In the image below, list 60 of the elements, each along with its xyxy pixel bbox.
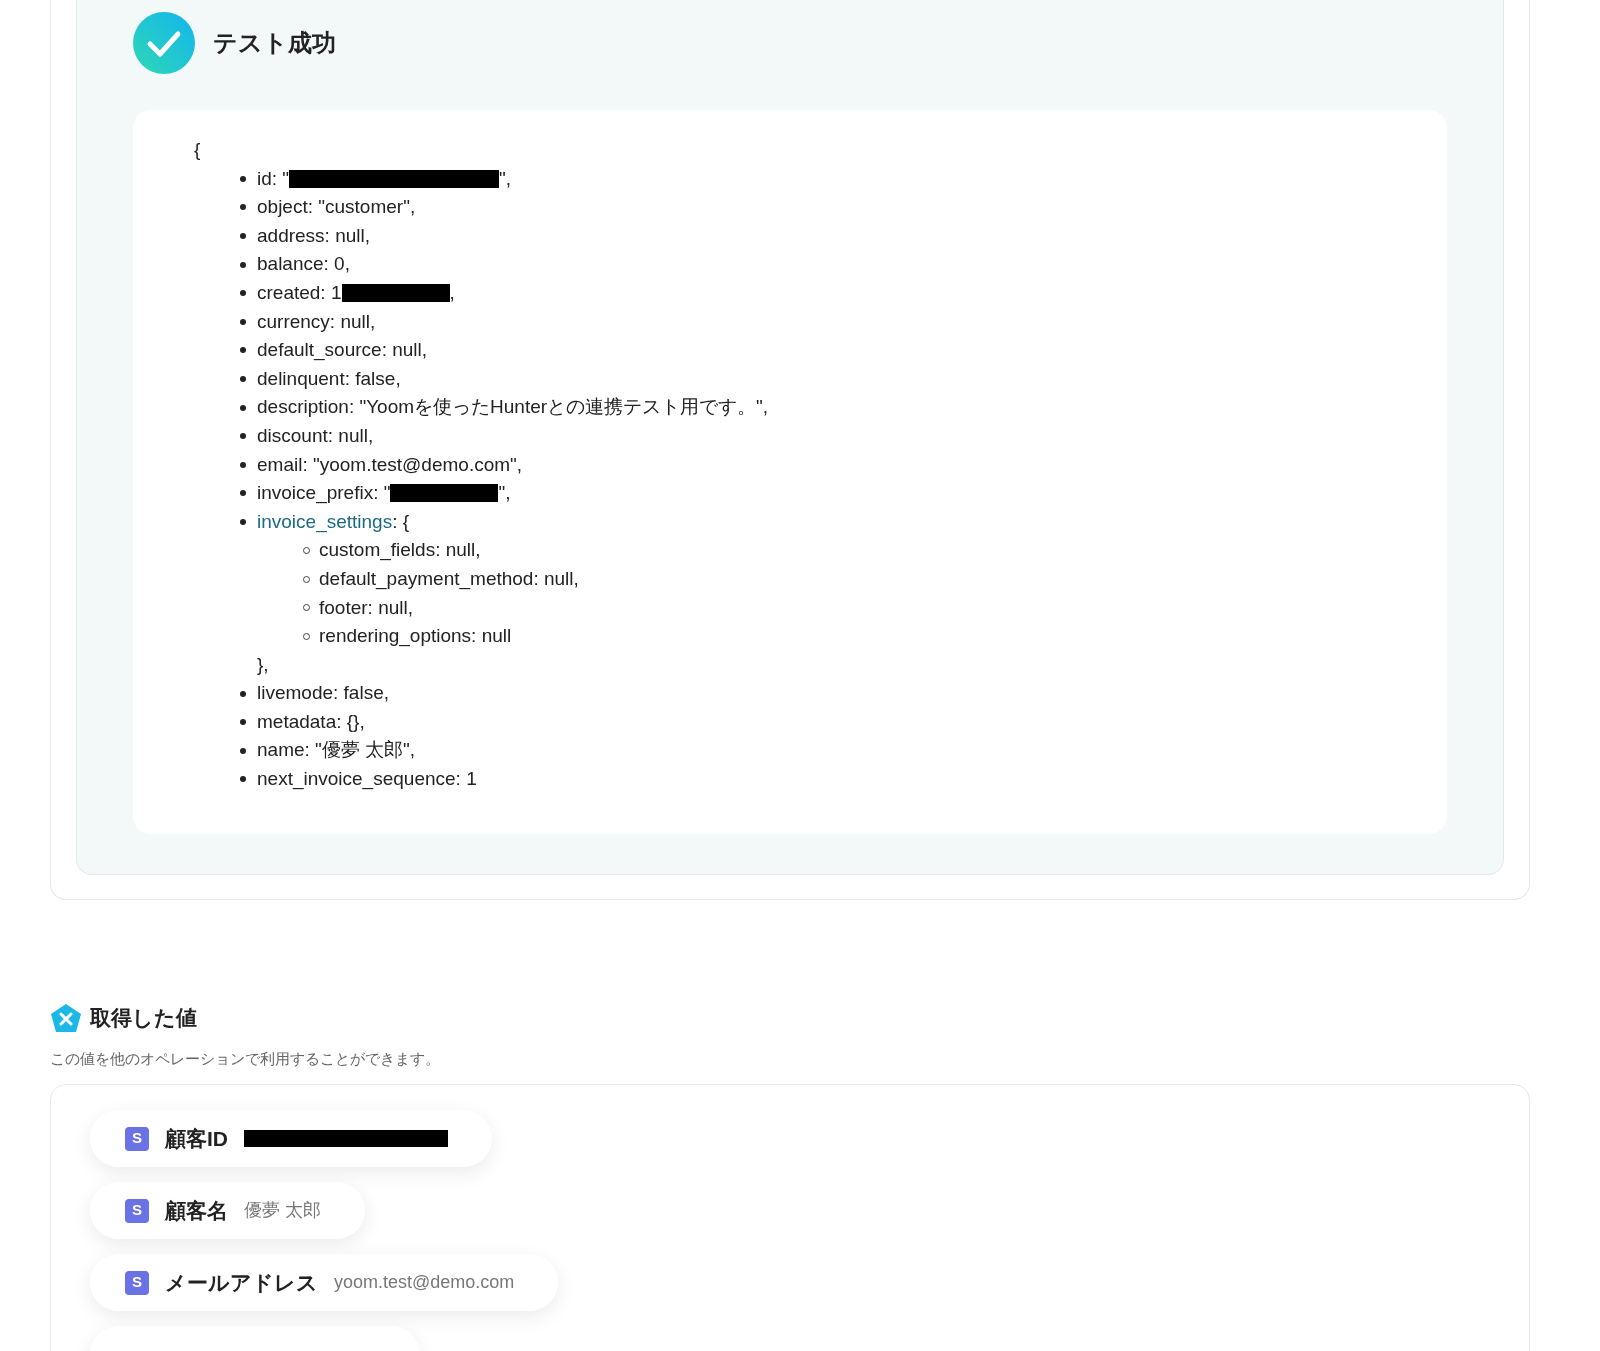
code-text: ", [498, 481, 511, 506]
code-text: delinquent: false, [257, 366, 401, 391]
field-value: yoom.test@demo.com [334, 1271, 515, 1294]
bullet-icon [240, 776, 246, 783]
bullet-icon [240, 175, 246, 182]
bullet-icon [240, 404, 246, 411]
app-icon: S [125, 1126, 149, 1151]
variable-icon [50, 1002, 82, 1033]
bullet-icon [240, 376, 246, 383]
bullet-icon [240, 690, 246, 697]
check-icon [133, 12, 195, 74]
code-text: description: "Yoomを使ったHunterとの連携テスト用です。", [257, 395, 769, 420]
bullet-icon [240, 347, 246, 354]
code-text: footer: null, [319, 595, 413, 620]
code-text: ", [499, 166, 512, 191]
bullet-icon [240, 490, 246, 497]
code-text: metadata: {}, [257, 709, 365, 734]
bullet-icon [240, 747, 246, 754]
bullet-icon [240, 318, 246, 325]
code-text: discount: null, [257, 423, 374, 448]
code-link[interactable]: invoice_settings [257, 507, 393, 537]
section-subtitle: この値を他のオペレーションで利用することができます。 [50, 1048, 441, 1069]
bullet-icon [240, 290, 246, 297]
field-label: 顧客ID [165, 1125, 228, 1152]
code-text: address: null, [257, 223, 370, 248]
code-text: custom_fields: null, [319, 538, 481, 563]
code-text: , [449, 280, 455, 305]
section-title: 取得した値 [90, 1005, 197, 1031]
app-icon: S [125, 1270, 149, 1295]
field-label: メールアドレス [165, 1269, 318, 1296]
bullet-icon [240, 719, 246, 726]
field-value: 優夢 太郎 [244, 1199, 321, 1222]
code-text: currency: null, [257, 309, 376, 334]
bullet-icon [240, 461, 246, 468]
bullet-icon [240, 519, 246, 525]
code-text: : { [392, 509, 410, 532]
code-text: object: "customer", [257, 195, 416, 220]
code-text: email: "yoom.test@demo.com", [257, 452, 523, 477]
app-icon: S [125, 1198, 149, 1223]
code-text: }, [257, 652, 270, 677]
code-text: next_invoice_sequence: 1 [257, 767, 477, 792]
result-title: テスト成功 [213, 28, 336, 58]
code-text: invoice_prefix: " [257, 481, 391, 506]
field-label: 顧客名 [165, 1197, 228, 1224]
code-text: livemode: false, [257, 681, 389, 706]
code-text: created: 1 [257, 280, 342, 305]
code-text: default_source: null, [257, 338, 428, 363]
value-pill[interactable]: S メールアドレス yoom.test@demo.com [90, 1254, 559, 1311]
bullet-icon [240, 204, 246, 211]
code-text: default_payment_method: null, [319, 566, 579, 592]
value-pill[interactable]: S 顧客ID [90, 1110, 492, 1167]
bullet-icon [240, 433, 246, 440]
code-text: { [194, 138, 202, 162]
code-text: name: "優夢 太郎", [257, 738, 416, 763]
code-text: rendering_options: null [319, 624, 512, 649]
bullet-icon [240, 233, 246, 240]
bullet-icon [240, 261, 246, 268]
code-text: balance: 0, [257, 252, 350, 277]
value-pill[interactable]: S 顧客名 優夢 太郎 [90, 1182, 365, 1239]
code-text: id: " [257, 166, 290, 191]
